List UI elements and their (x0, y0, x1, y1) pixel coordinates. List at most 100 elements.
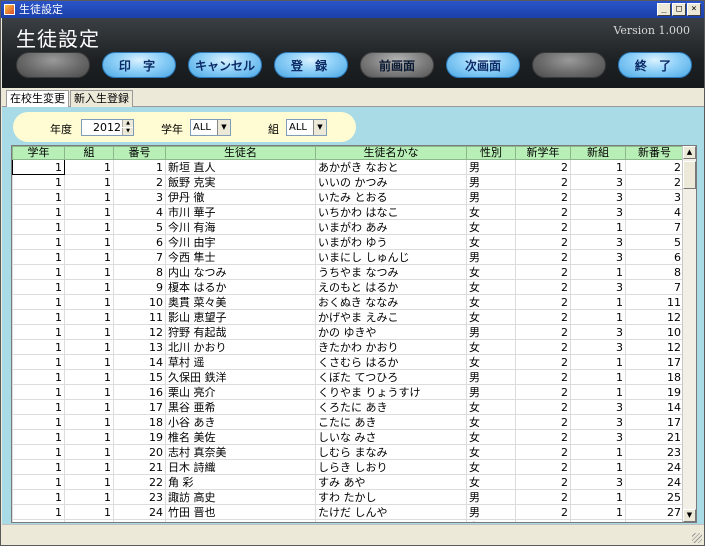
table-cell[interactable]: 2 (515, 204, 571, 220)
table-cell[interactable]: たまだ さやか (315, 519, 467, 522)
table-cell[interactable]: 1 (64, 459, 114, 475)
column-header[interactable]: 生徒名 (165, 146, 316, 160)
table-cell[interactable]: 1 (12, 249, 65, 265)
table-cell[interactable]: 3 (570, 474, 626, 490)
table-cell[interactable]: 男 (466, 249, 516, 265)
table-cell[interactable]: 23 (625, 444, 684, 460)
scroll-up-icon[interactable]: ▲ (683, 146, 696, 159)
table-cell[interactable]: 19 (625, 384, 684, 400)
table-cell[interactable]: 2 (515, 384, 571, 400)
table-cell[interactable]: 1 (64, 399, 114, 415)
table-cell[interactable]: 8 (625, 264, 684, 280)
student-grid[interactable]: 学年 組 番号 生徒名 生徒名かな 性別 新学年 新組 新番号 1 1 1 新垣 直人… (11, 145, 697, 523)
table-cell[interactable]: くさむら はるか (315, 354, 467, 370)
table-cell[interactable]: 1 (64, 444, 114, 460)
table-cell[interactable]: 21 (625, 429, 684, 445)
table-cell[interactable]: 久保田 鉄洋 (165, 369, 316, 385)
table-cell[interactable]: 2 (113, 174, 166, 190)
table-row[interactable]: 1 1 14 草村 遥くさむら はるか女 2 1 17 (12, 354, 684, 370)
table-cell[interactable]: 1 (64, 309, 114, 325)
table-cell[interactable]: 男 (466, 504, 516, 520)
table-cell[interactable]: 1 (64, 489, 114, 505)
table-cell[interactable]: 5 (625, 234, 684, 250)
table-cell[interactable]: 新垣 直人 (165, 159, 316, 175)
table-cell[interactable]: 21 (113, 459, 166, 475)
table-cell[interactable]: 1 (570, 159, 626, 175)
table-cell[interactable]: 3 (570, 279, 626, 295)
spin-down-icon[interactable]: ▼ (122, 128, 133, 135)
column-header[interactable]: 性別 (466, 146, 516, 160)
table-cell[interactable]: 1 (12, 234, 65, 250)
table-cell[interactable]: 1 (64, 159, 114, 175)
table-cell[interactable]: 2 (515, 174, 571, 190)
table-cell[interactable]: 2 (515, 489, 571, 505)
table-cell[interactable]: 1 (64, 519, 114, 522)
table-cell[interactable]: 2 (515, 414, 571, 430)
column-header[interactable]: 組 (64, 146, 114, 160)
table-cell[interactable]: 1 (12, 369, 65, 385)
table-cell[interactable]: 女 (466, 309, 516, 325)
table-cell[interactable]: 2 (515, 474, 571, 490)
table-cell[interactable]: 1 (64, 354, 114, 370)
table-cell[interactable]: 19 (113, 429, 166, 445)
table-cell[interactable]: 1 (64, 189, 114, 205)
table-cell[interactable]: 1 (64, 234, 114, 250)
table-cell[interactable]: 2 (515, 189, 571, 205)
blank-button-1[interactable] (16, 52, 90, 78)
prev-screen-button[interactable]: 前画面 (360, 52, 434, 78)
table-cell[interactable]: 2 (515, 324, 571, 340)
table-cell[interactable]: 3 (570, 399, 626, 415)
table-row[interactable]: 1 1 17 黒谷 亜希 くろたに あき女 2 3 14 (12, 399, 684, 415)
table-cell[interactable]: 女 (466, 414, 516, 430)
table-cell[interactable]: 2 (515, 234, 571, 250)
table-row[interactable]: 1 1 9 榎本 はるか えのもと はるか女 2 3 7 (12, 279, 684, 295)
table-cell[interactable]: 1 (12, 519, 65, 522)
table-cell[interactable]: たけだ しんや (315, 504, 467, 520)
table-cell[interactable]: 草村 遥 (165, 354, 316, 370)
table-row[interactable]: 1 1 12 狩野 有起哉 かの ゆきや男 2 3 10 (12, 324, 684, 340)
table-cell[interactable]: 1 (12, 384, 65, 400)
table-cell[interactable]: 1 (64, 414, 114, 430)
table-cell[interactable]: 2 (515, 339, 571, 355)
table-cell[interactable]: 男 (466, 324, 516, 340)
table-cell[interactable]: 1 (64, 324, 114, 340)
table-cell[interactable]: 2 (515, 399, 571, 415)
table-cell[interactable]: 3 (570, 234, 626, 250)
table-cell[interactable]: 女 (466, 354, 516, 370)
table-cell[interactable]: いまにし しゅんじ (315, 249, 467, 265)
table-cell[interactable]: 1 (12, 339, 65, 355)
table-cell[interactable]: 飯野 克実 (165, 174, 316, 190)
table-cell[interactable]: 男 (466, 159, 516, 175)
table-cell[interactable]: 今川 由宇 (165, 234, 316, 250)
table-cell[interactable]: 奥貫 菜々美 (165, 294, 316, 310)
table-cell[interactable]: 1 (12, 294, 65, 310)
table-cell[interactable]: いたみ とおる (315, 189, 467, 205)
table-cell[interactable]: 22 (113, 474, 166, 490)
table-cell[interactable]: 2 (625, 174, 684, 190)
table-cell[interactable]: 伊丹 徹 (165, 189, 316, 205)
table-cell[interactable]: 3 (570, 189, 626, 205)
table-cell[interactable]: 25 (625, 519, 684, 522)
tab-current-students[interactable]: 在校生変更 (6, 90, 69, 108)
table-cell[interactable]: 黒谷 亜希 (165, 399, 316, 415)
table-cell[interactable]: 2 (515, 429, 571, 445)
table-row[interactable]: 1 1 10 奥貫 菜々美 おくぬき ななみ女 2 1 11 (12, 294, 684, 310)
table-cell[interactable]: 1 (570, 444, 626, 460)
table-cell[interactable]: 1 (12, 219, 65, 235)
table-cell[interactable]: 10 (113, 294, 166, 310)
table-cell[interactable]: 2 (515, 459, 571, 475)
table-cell[interactable]: 16 (113, 384, 166, 400)
table-cell[interactable]: 今川 有海 (165, 219, 316, 235)
table-cell[interactable]: 日木 詩織 (165, 459, 316, 475)
table-cell[interactable]: 1 (570, 264, 626, 280)
table-cell[interactable]: 1 (113, 159, 166, 175)
table-cell[interactable]: 1 (64, 264, 114, 280)
table-cell[interactable]: 1 (64, 249, 114, 265)
table-cell[interactable]: 女 (466, 444, 516, 460)
table-cell[interactable]: 2 (515, 279, 571, 295)
table-row[interactable]: 1 1 6 今川 由宇 いまがわ ゆう女 2 3 5 (12, 234, 684, 250)
table-cell[interactable]: 女 (466, 279, 516, 295)
table-cell[interactable]: 1 (12, 309, 65, 325)
table-cell[interactable]: 25 (625, 489, 684, 505)
table-cell[interactable]: 7 (113, 249, 166, 265)
